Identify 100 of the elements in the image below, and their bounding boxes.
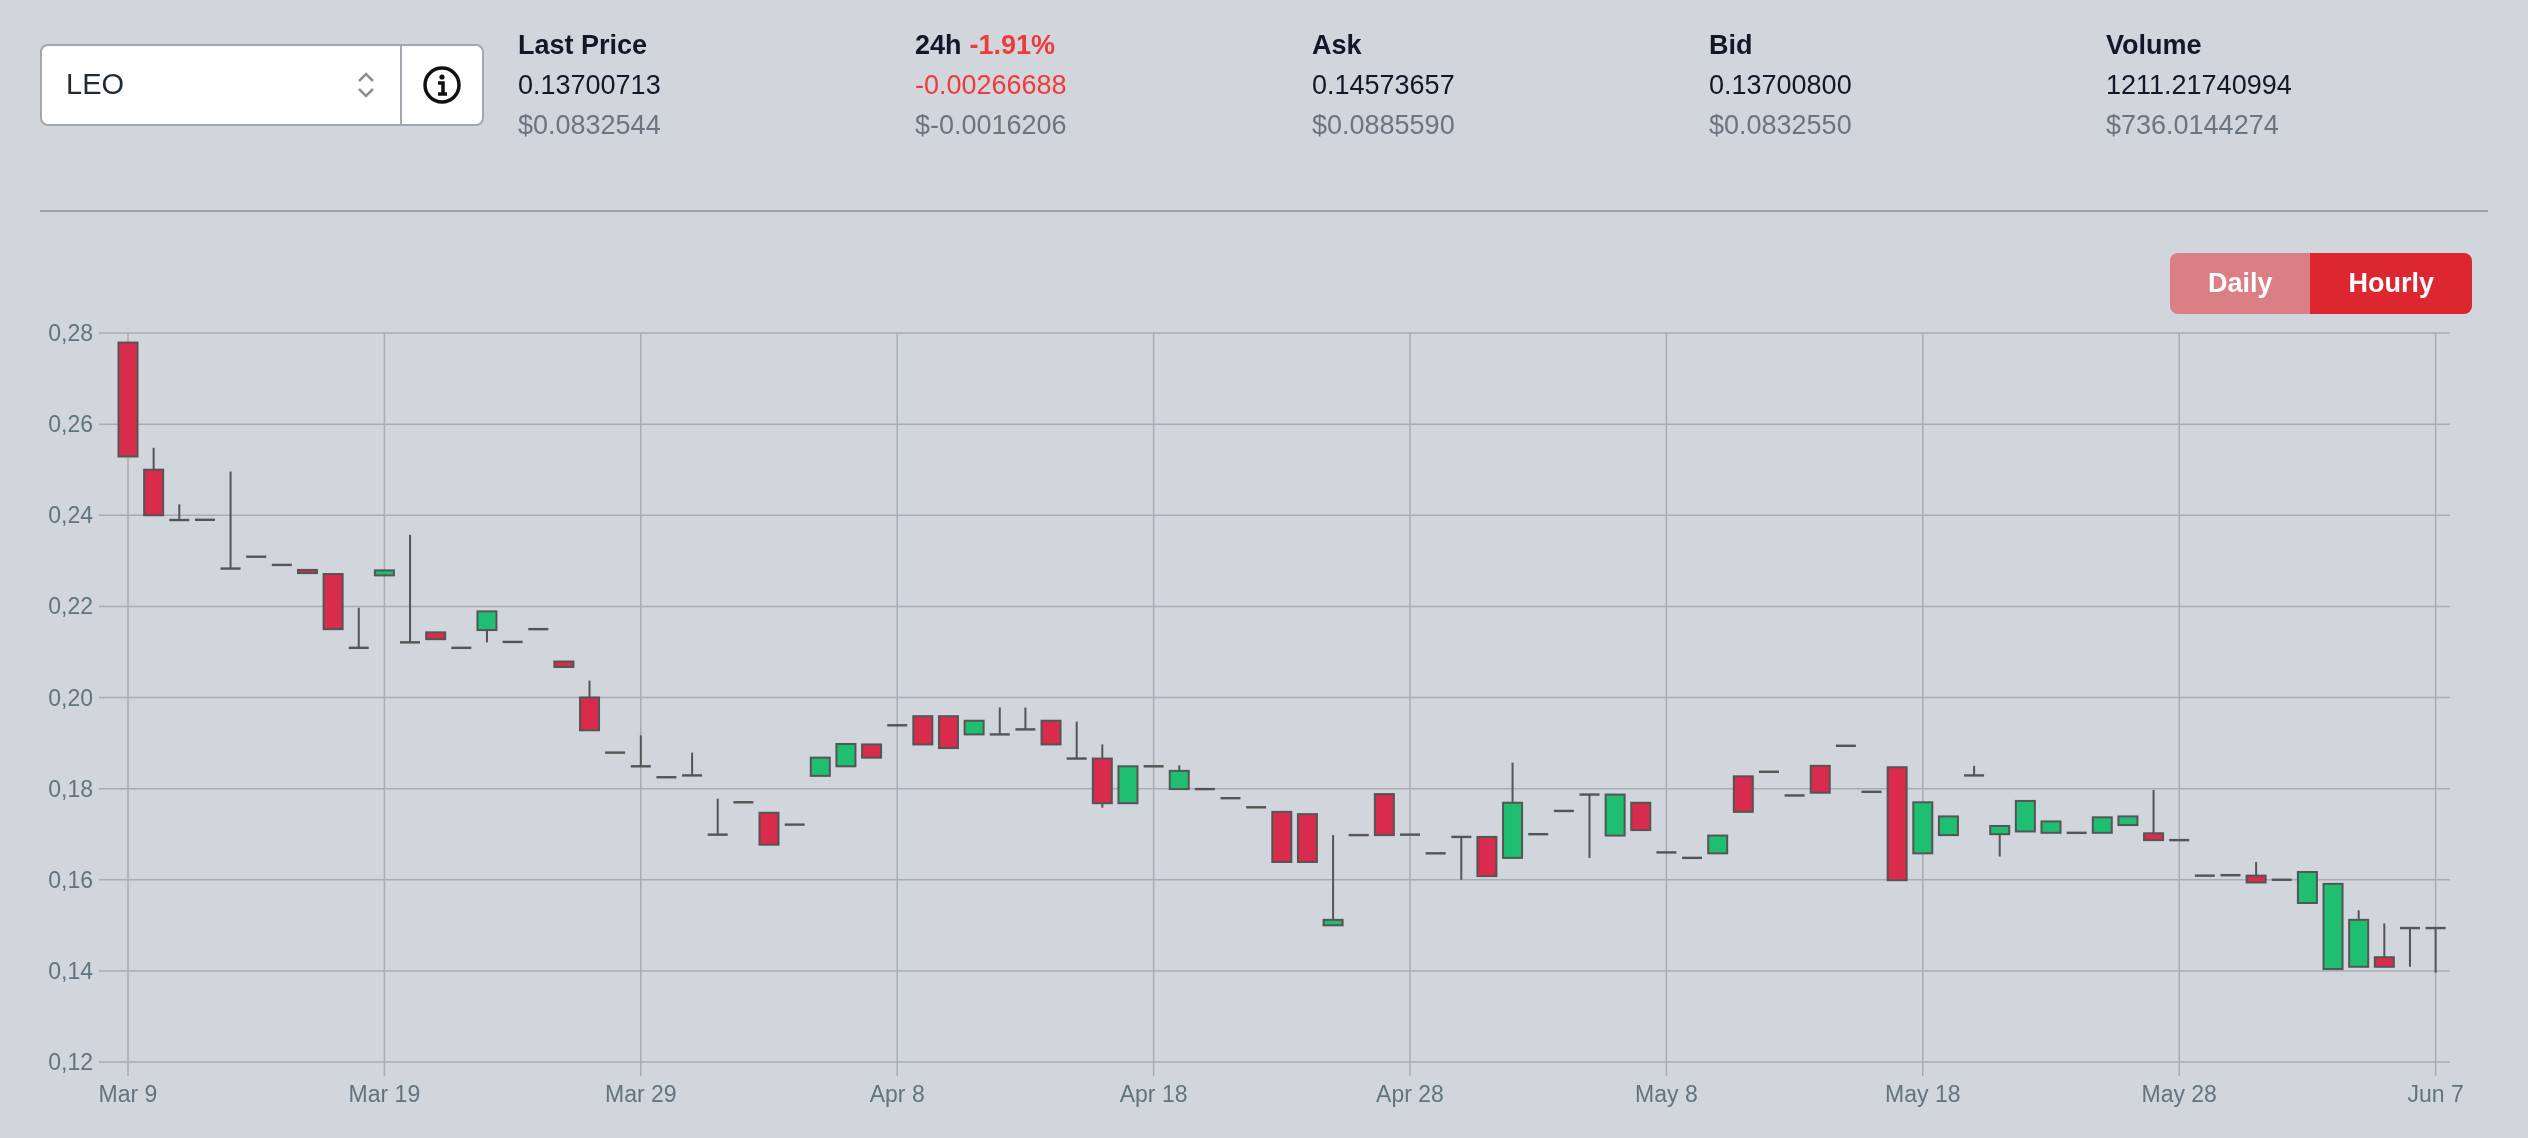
candlestick bbox=[1656, 851, 1677, 854]
candlestick bbox=[373, 569, 395, 577]
candlestick bbox=[2143, 789, 2165, 842]
y-axis-label: 0,12 bbox=[48, 1049, 93, 1075]
candlestick bbox=[2271, 878, 2292, 881]
info-icon bbox=[422, 65, 462, 105]
candlestick bbox=[1271, 810, 1293, 863]
candlestick bbox=[169, 503, 190, 522]
candlestick bbox=[758, 811, 780, 846]
chevron-up-down-icon bbox=[356, 70, 376, 100]
candlestick bbox=[1066, 720, 1087, 760]
candlestick bbox=[1937, 815, 1959, 837]
y-axis-label: 0,18 bbox=[48, 775, 93, 802]
candlestick bbox=[2117, 815, 2139, 827]
y-axis-label: 0,22 bbox=[48, 593, 93, 620]
stat-value: 0.13700800 bbox=[1709, 69, 1853, 102]
candlestick bbox=[963, 719, 985, 736]
candlestick bbox=[707, 797, 728, 836]
candlestick bbox=[809, 756, 831, 777]
x-axis-label: May 28 bbox=[2141, 1081, 2217, 1107]
candlestick bbox=[835, 742, 857, 768]
stat-change: -1.91% bbox=[969, 29, 1056, 62]
candlestick bbox=[989, 706, 1010, 736]
x-axis-label: Mar 9 bbox=[98, 1081, 158, 1107]
stat-value: 0.13700713 bbox=[518, 69, 662, 102]
candlestick bbox=[143, 446, 165, 517]
candlestick bbox=[1989, 825, 2011, 858]
stat-fiat-value: $736.0144274 bbox=[2106, 109, 2280, 142]
candlestick bbox=[1553, 809, 1574, 813]
pair-value: LEO bbox=[66, 67, 125, 103]
candlestick bbox=[476, 610, 498, 644]
stat-fiat-value: $0.0832550 bbox=[1709, 109, 1853, 142]
candlestick bbox=[1425, 852, 1446, 855]
candlestick bbox=[1400, 833, 1420, 836]
candlestick bbox=[912, 715, 934, 746]
candlestick bbox=[1194, 787, 1215, 791]
candlestick bbox=[630, 734, 651, 768]
candlestick bbox=[1784, 794, 1805, 797]
candlestick bbox=[1015, 706, 1036, 731]
candlestick bbox=[1732, 775, 1754, 813]
stat-label: Ask bbox=[1312, 29, 1362, 62]
candlestick bbox=[1579, 793, 1600, 859]
candlestick bbox=[887, 724, 908, 727]
candlestick bbox=[2245, 861, 2267, 884]
x-axis-label: Mar 19 bbox=[348, 1081, 421, 1107]
candlestick bbox=[1451, 835, 1472, 881]
candlestick bbox=[1758, 770, 1779, 773]
candlestick bbox=[2169, 838, 2190, 842]
candlestick bbox=[1630, 801, 1652, 832]
stat-value: 1211.21740994 bbox=[2106, 69, 2293, 102]
y-axis-label: 0,28 bbox=[48, 320, 93, 346]
candlestick bbox=[2373, 922, 2395, 968]
x-axis-label: May 18 bbox=[1885, 1081, 1961, 1107]
candlestick bbox=[2425, 926, 2446, 974]
candlestick bbox=[194, 518, 215, 521]
stat-value: 0.14573657 bbox=[1312, 69, 1456, 102]
stat-label: Volume bbox=[2106, 29, 2202, 62]
x-axis-label: Apr 8 bbox=[869, 1081, 925, 1107]
candlestick bbox=[1528, 833, 1549, 836]
x-axis-label: Apr 28 bbox=[1376, 1081, 1444, 1107]
candlestick bbox=[1912, 801, 1934, 855]
candlestick bbox=[1604, 793, 1626, 837]
stat-label: Last Price bbox=[518, 29, 648, 62]
candlestick bbox=[451, 646, 472, 650]
candlestick bbox=[502, 640, 523, 644]
candlestick bbox=[1040, 719, 1062, 746]
stat-value: -0.00266688 bbox=[915, 69, 1068, 102]
candlestick bbox=[297, 568, 318, 575]
candlestick bbox=[2091, 816, 2113, 834]
candlestick bbox=[784, 823, 805, 826]
interval-tab[interactable]: Daily bbox=[2169, 253, 2311, 314]
pair-select[interactable]: LEO bbox=[40, 44, 484, 126]
candlestick bbox=[1476, 835, 1498, 878]
interval-tab[interactable]: Hourly bbox=[2310, 253, 2472, 314]
candlestick bbox=[2040, 820, 2062, 834]
candlestick bbox=[2399, 926, 2420, 968]
candlestick bbox=[605, 751, 626, 754]
candlestick bbox=[1964, 764, 1985, 777]
stat-label: Bid bbox=[1709, 29, 1753, 62]
candlestick bbox=[1091, 743, 1113, 809]
candlestick bbox=[1348, 833, 1369, 837]
candlestick bbox=[348, 606, 369, 650]
stat-fiat-value: $-0.0016206 bbox=[915, 109, 1068, 142]
candlestick bbox=[2220, 874, 2241, 877]
y-axis-label: 0,26 bbox=[48, 411, 93, 438]
candlestick bbox=[1682, 856, 1703, 860]
candlestick bbox=[2014, 799, 2036, 833]
candlestick bbox=[425, 631, 447, 641]
candlestick bbox=[682, 751, 703, 777]
candlestick bbox=[322, 573, 344, 631]
stat-fiat-value: $0.0832544 bbox=[518, 109, 662, 142]
candlestick bbox=[938, 715, 959, 750]
candlestick bbox=[1373, 793, 1395, 837]
candlestick bbox=[2296, 871, 2318, 904]
candlestick bbox=[1117, 765, 1139, 805]
candlestick bbox=[271, 563, 292, 567]
stat-fiat-value: $0.0885590 bbox=[1312, 109, 1456, 142]
candlestick bbox=[1835, 744, 1856, 747]
candlestick bbox=[1143, 765, 1164, 768]
candlestick bbox=[656, 776, 677, 779]
